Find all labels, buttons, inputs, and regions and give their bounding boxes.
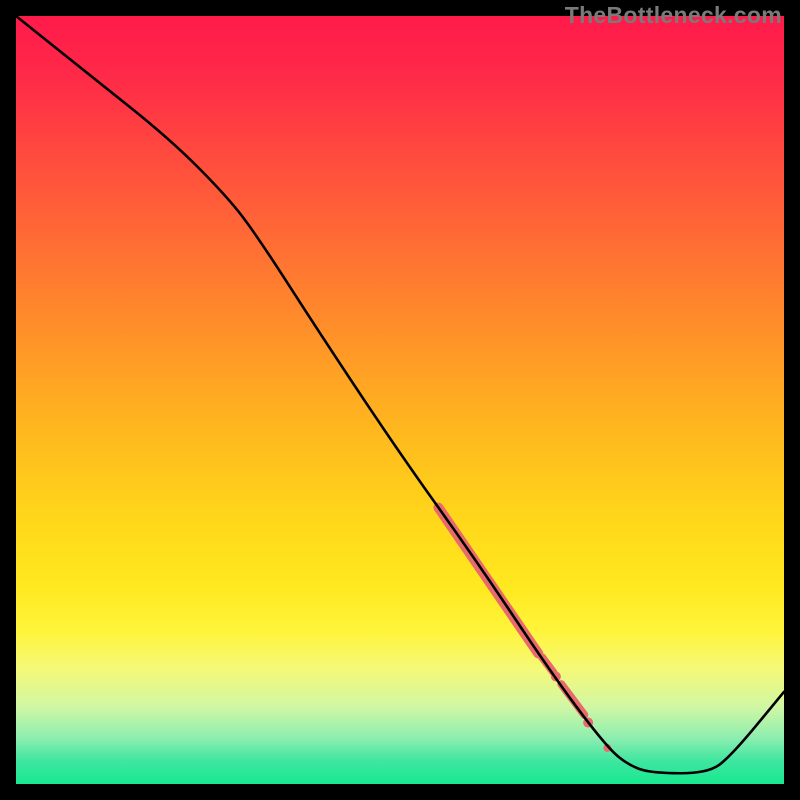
plot-svg — [16, 16, 784, 784]
watermark-text: TheBottleneck.com — [565, 2, 782, 29]
background-gradient — [16, 16, 784, 784]
chart-container: TheBottleneck.com — [0, 0, 800, 800]
plot-area — [16, 16, 784, 784]
